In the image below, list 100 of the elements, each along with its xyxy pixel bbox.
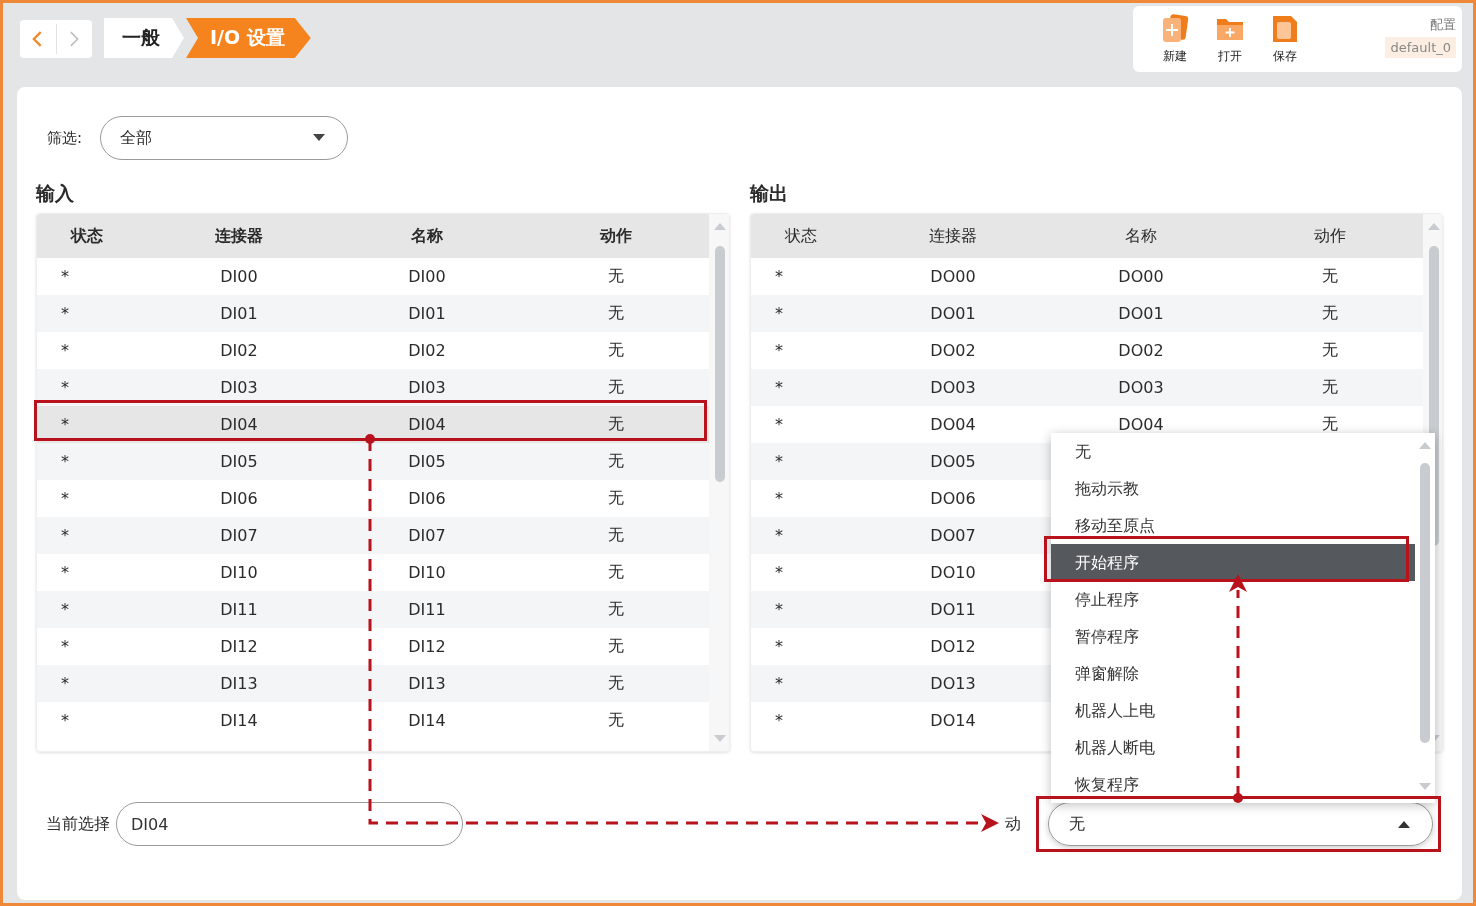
status-cell-text: *	[60, 600, 70, 619]
current-selection-field[interactable]: DI04	[116, 802, 463, 846]
status-cell-text: *	[774, 452, 784, 471]
menu-item[interactable]: 机器人上电	[1051, 692, 1415, 729]
current-selection-label: 当前选择	[46, 813, 110, 835]
table-cell-text: 无	[1321, 414, 1339, 435]
table-cell-text: DO14	[929, 711, 977, 730]
table-cell-text: 无	[607, 636, 625, 657]
table-cell-text: DI14	[219, 711, 259, 730]
table-cell-text: DO02	[1117, 341, 1165, 360]
status-cell-text: *	[774, 304, 784, 323]
table-cell-text: 无	[607, 488, 625, 509]
scrollbar[interactable]	[709, 214, 729, 751]
status-cell-text: *	[60, 711, 70, 730]
table-cell-text: DI01	[407, 304, 447, 323]
status-cell-text: *	[60, 452, 70, 471]
menu-item[interactable]: 移动至原点	[1051, 507, 1415, 544]
table-cell-text: DO03	[1117, 378, 1165, 397]
table-cell-text: DO03	[929, 378, 977, 397]
toolbar-button[interactable]: 新建	[1147, 14, 1202, 65]
table-cell-text: DO11	[929, 600, 977, 619]
table-cell-text: 无	[1321, 303, 1339, 324]
menu-item[interactable]: 拖动示教	[1051, 470, 1415, 507]
table-cell-text: DO04	[1117, 415, 1165, 434]
table-cell-text: 无	[607, 562, 625, 583]
table-cell-text: DI12	[407, 637, 447, 656]
table-cell-text: DO00	[929, 267, 977, 286]
table-cell-text: DI00	[407, 267, 447, 286]
table-row[interactable]: * DI03 DI03 无	[37, 369, 709, 406]
status-cell-text: *	[60, 415, 70, 434]
section-title: 输入	[36, 181, 75, 205]
table-cell-text: DO10	[929, 563, 977, 582]
column-header: 状态	[784, 225, 818, 247]
table-cell-text: DI10	[219, 563, 259, 582]
table-cell-text: 无	[607, 303, 625, 324]
menu-item[interactable]: 停止程序	[1051, 581, 1415, 618]
table-cell-text: 无	[607, 266, 625, 287]
table-cell-text: DI07	[407, 526, 447, 545]
status-cell-text: *	[774, 489, 784, 508]
filter-label: 筛选:	[47, 128, 83, 148]
table-cell-text: DI01	[219, 304, 259, 323]
table-cell-text: 无	[607, 710, 625, 731]
table-cell-text: DO06	[929, 489, 977, 508]
table-cell-text: 无	[607, 340, 625, 361]
column-header: 动作	[1313, 225, 1347, 247]
breadcrumb-tab[interactable]: 一般	[104, 18, 184, 58]
table-cell-text: DO12	[929, 637, 977, 656]
status-cell-text: *	[774, 563, 784, 582]
table-cell-text: 无	[1321, 377, 1339, 398]
table-cell-text: 无	[607, 599, 625, 620]
table-row[interactable]: * DI05 DI05 无	[37, 443, 709, 480]
section-title: 输出	[750, 181, 789, 205]
column-header: 名称	[410, 225, 444, 247]
table-row[interactable]: * DI07 DI07 无	[37, 517, 709, 554]
status-cell-text: *	[774, 378, 784, 397]
table-row[interactable]: * DI01 DI01 无	[37, 295, 709, 332]
table-row[interactable]: * DO03 DO03 无	[751, 369, 1423, 406]
table-row[interactable]: * DO01 DO01 无	[751, 295, 1423, 332]
status-cell-text: *	[60, 304, 70, 323]
toolbar-button[interactable]: 保存	[1257, 14, 1312, 65]
column-header: 名称	[1124, 225, 1158, 247]
column-header: 动作	[598, 225, 633, 247]
table-cell-text: DO07	[929, 526, 977, 545]
status-cell-text: *	[774, 267, 784, 286]
table-cell-text: DI02	[219, 341, 259, 360]
table-cell-text: DO01	[929, 304, 977, 323]
status-cell-text: *	[774, 674, 784, 693]
table-cell-text: DI13	[407, 674, 447, 693]
table-cell-text: 无	[607, 525, 625, 546]
table-cell-text: DI13	[219, 674, 259, 693]
table-cell-text: DI05	[219, 452, 259, 471]
action-label: 动	[1005, 813, 1021, 835]
table-cell-text: DI03	[219, 378, 259, 397]
table-cell-text: DO05	[929, 452, 977, 471]
menu-item[interactable]: 开始程序	[1051, 544, 1415, 581]
caret-icon	[1398, 820, 1410, 828]
table-cell-text: DO00	[1117, 267, 1165, 286]
table-cell-text: DI00	[219, 267, 259, 286]
status-cell-text: *	[774, 415, 784, 434]
table-cell-text: DO01	[1117, 304, 1165, 323]
table-cell-text: DI11	[219, 600, 259, 619]
menu-item[interactable]: 弹窗解除	[1051, 655, 1415, 692]
status-cell-text: *	[774, 526, 784, 545]
status-cell-text: *	[60, 341, 70, 360]
table-row[interactable]: * DI11 DI11 无	[37, 591, 709, 628]
status-cell-text: *	[774, 341, 784, 360]
menu-item[interactable]: 恢复程序	[1051, 766, 1415, 803]
config-label: 配置	[1430, 16, 1456, 34]
menu-item[interactable]: 机器人断电	[1051, 729, 1415, 766]
toolbar-button[interactable]: 打开	[1202, 14, 1257, 65]
table-cell-text: DI03	[407, 378, 447, 397]
table-cell-text: DI04	[219, 415, 259, 434]
table-cell-text: DI14	[407, 711, 447, 730]
table-cell-text: 无	[607, 377, 625, 398]
table-row[interactable]: * DI13 DI13 无	[37, 665, 709, 702]
status-cell-text: *	[774, 637, 784, 656]
status-cell-text: *	[60, 378, 70, 397]
column-header: 连接器	[928, 225, 978, 247]
menu-item[interactable]: 暂停程序	[1051, 618, 1415, 655]
table-cell-text: DI02	[407, 341, 447, 360]
